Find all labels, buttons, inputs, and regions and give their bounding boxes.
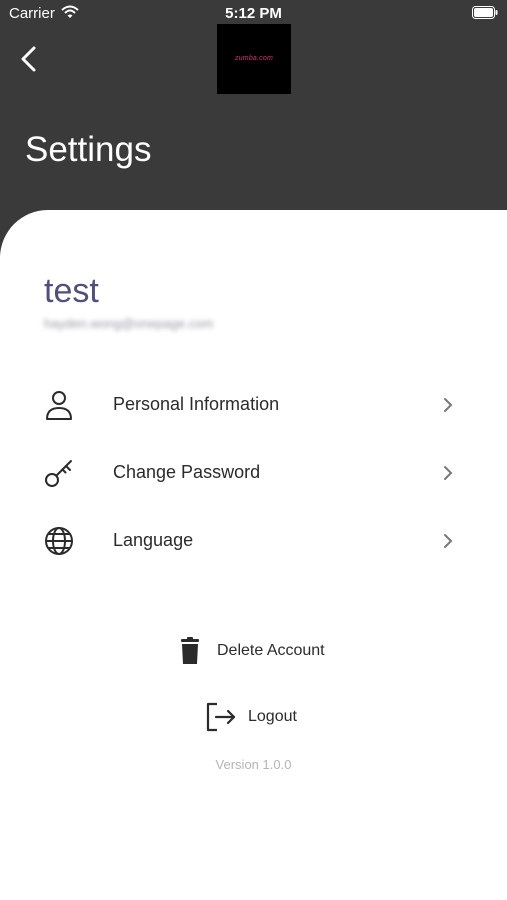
- battery-icon: [472, 6, 498, 19]
- logo-text: zumba.com: [235, 55, 273, 62]
- logout-button[interactable]: Logout: [0, 697, 507, 737]
- logout-icon: [206, 702, 236, 732]
- profile-email: hayden.wong@onepage.com: [44, 316, 214, 331]
- key-icon: [45, 460, 72, 487]
- chevron-right-icon: [444, 534, 453, 548]
- trash-icon: [181, 637, 199, 664]
- user-icon: [46, 391, 72, 420]
- menu-label-change-password: Change Password: [113, 462, 261, 482]
- menu-item-personal-information[interactable]: Personal Information: [0, 374, 507, 434]
- menu-item-language[interactable]: Language: [0, 510, 507, 570]
- menu-label-language: Language: [113, 530, 194, 550]
- profile-username: test: [44, 272, 99, 310]
- menu-label-personal-information: Personal Information: [113, 394, 280, 414]
- back-button[interactable]: [14, 42, 44, 76]
- menu-item-change-password[interactable]: Change Password: [0, 442, 507, 502]
- page-title: Settings: [25, 130, 152, 169]
- app-version: Version 1.0.0: [215, 757, 292, 772]
- chevron-right-icon: [444, 398, 453, 412]
- globe-icon: [45, 527, 73, 555]
- logout-label: Logout: [248, 708, 297, 725]
- delete-account-label: Delete Account: [217, 642, 325, 659]
- delete-account-button[interactable]: Delete Account: [0, 631, 507, 671]
- app-logo: zumba.com: [217, 24, 291, 94]
- status-time: 5:12 PM: [225, 5, 282, 22]
- chevron-right-icon: [444, 466, 453, 480]
